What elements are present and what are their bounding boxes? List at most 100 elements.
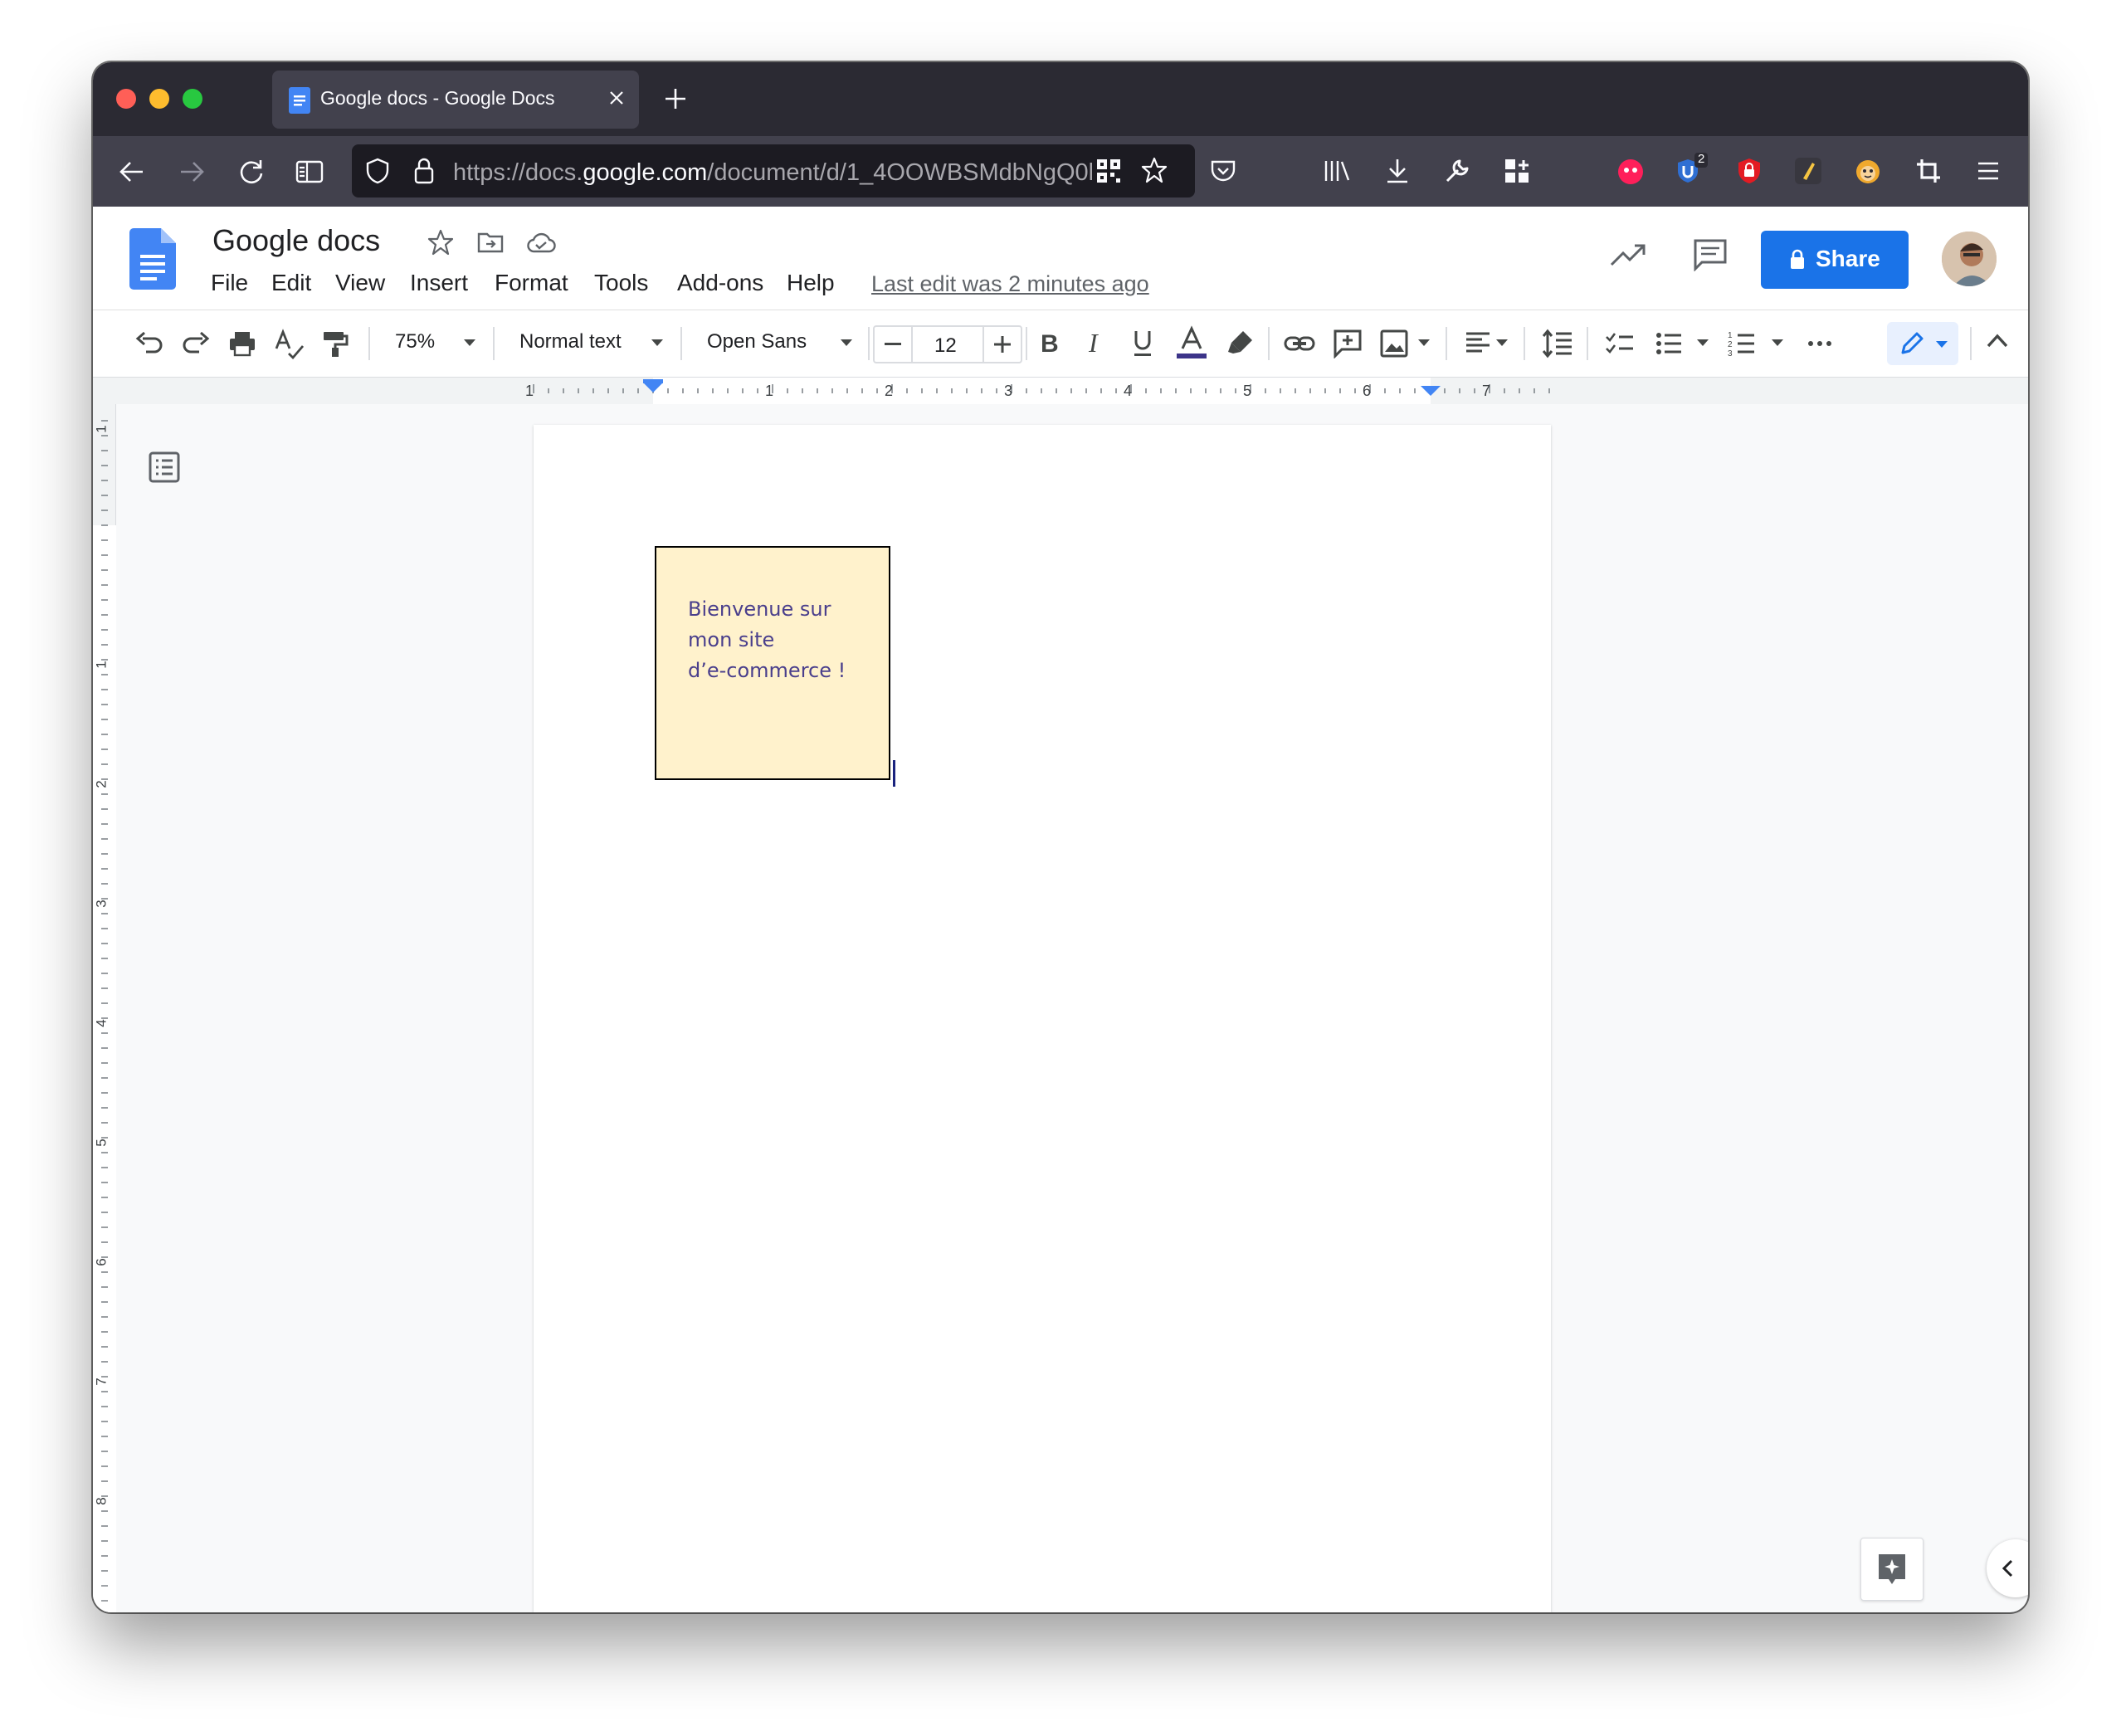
- menu-format[interactable]: Format: [495, 270, 568, 296]
- document-page[interactable]: Bienvenue sur mon site d’e-commerce !: [534, 425, 1551, 1612]
- chevron-down-icon[interactable]: [1495, 339, 1509, 347]
- text-color-icon[interactable]: [1175, 325, 1208, 360]
- reload-icon[interactable]: [237, 158, 266, 186]
- insert-image-icon[interactable]: [1379, 329, 1409, 358]
- url-text[interactable]: https://docs.google.com/document/d/1_4OO…: [453, 159, 1092, 187]
- paragraph-style-select[interactable]: Normal text: [519, 330, 622, 354]
- document-outline-icon[interactable]: [148, 451, 181, 484]
- editing-mode-button[interactable]: [1887, 322, 1958, 365]
- forward-arrow-icon[interactable]: [178, 158, 206, 186]
- pen-extension-icon[interactable]: [1794, 157, 1822, 185]
- redo-icon[interactable]: [181, 329, 211, 358]
- font-size-value[interactable]: 12: [934, 334, 957, 358]
- close-tab-icon[interactable]: [607, 89, 626, 107]
- paint-format-icon[interactable]: [320, 329, 350, 358]
- chevron-left-icon: [2002, 1559, 2013, 1578]
- ruler-number: 3: [93, 900, 110, 908]
- ruler-number: 4: [93, 1019, 110, 1027]
- crop-icon[interactable]: [1915, 158, 1942, 184]
- menu-view[interactable]: View: [335, 270, 385, 296]
- download-icon[interactable]: [1384, 157, 1411, 185]
- line-spacing-icon[interactable]: [1542, 329, 1573, 358]
- chevron-down-icon[interactable]: [463, 339, 476, 347]
- chevron-down-icon: [1935, 340, 1948, 349]
- star-icon[interactable]: [427, 228, 455, 256]
- privacy-extension-icon[interactable]: [1736, 157, 1763, 185]
- zoom-select[interactable]: 75%: [395, 330, 435, 354]
- text-box-line: Bienvenue sur: [688, 597, 831, 621]
- activity-trend-icon[interactable]: [1610, 240, 1646, 268]
- shield-icon[interactable]: [365, 157, 390, 185]
- url-bar[interactable]: https://docs.google.com/document/d/1_4OO…: [352, 144, 1195, 197]
- comments-icon[interactable]: [1693, 238, 1728, 271]
- text-cursor: [893, 760, 895, 787]
- minimize-window-button[interactable]: [149, 89, 169, 109]
- bold-icon[interactable]: B: [1037, 329, 1062, 357]
- lock-icon[interactable]: [413, 157, 435, 185]
- highlight-color-icon[interactable]: [1225, 329, 1255, 358]
- print-icon[interactable]: [227, 329, 257, 358]
- move-folder-icon[interactable]: [476, 230, 505, 255]
- extensions-icon[interactable]: [1504, 158, 1530, 184]
- last-edit-link[interactable]: Last edit was 2 minutes ago: [871, 271, 1149, 297]
- browser-tab[interactable]: Google docs - Google Docs: [272, 71, 639, 129]
- share-button[interactable]: Share: [1761, 231, 1909, 289]
- menu-tools[interactable]: Tools: [594, 270, 648, 296]
- close-window-button[interactable]: [116, 89, 136, 109]
- docs-logo-icon[interactable]: [129, 228, 176, 290]
- svg-text:1: 1: [1728, 331, 1733, 340]
- menu-file[interactable]: File: [211, 270, 248, 296]
- spellcheck-icon[interactable]: [274, 329, 305, 360]
- add-comment-icon[interactable]: [1333, 329, 1363, 358]
- vertical-ruler[interactable]: 1 1 2 3 4 5 6 7 8: [93, 404, 116, 1612]
- menu-help[interactable]: Help: [787, 270, 835, 296]
- chevron-down-icon[interactable]: [1696, 339, 1709, 347]
- text-box-drawing[interactable]: Bienvenue sur mon site d’e-commerce !: [655, 546, 890, 780]
- chevron-down-icon[interactable]: [651, 339, 664, 347]
- zoom-window-button[interactable]: [183, 89, 202, 109]
- menu-add-ons[interactable]: Add-ons: [677, 270, 763, 296]
- pocket-icon[interactable]: [1210, 158, 1236, 183]
- cloud-saved-icon[interactable]: [526, 232, 556, 255]
- wrench-icon[interactable]: [1444, 158, 1470, 184]
- undo-icon[interactable]: [134, 329, 164, 358]
- horizontal-ruler[interactable]: 1 1 2 3 4 5 6 7: [93, 378, 2028, 404]
- new-tab-icon[interactable]: [664, 87, 687, 110]
- ruler-number: 6: [93, 1258, 110, 1266]
- qr-code-icon[interactable]: [1095, 158, 1122, 184]
- underline-icon[interactable]: [1130, 329, 1155, 358]
- back-arrow-icon[interactable]: [118, 158, 146, 186]
- reader-view-icon[interactable]: [295, 159, 324, 184]
- side-panel-toggle[interactable]: [1987, 1539, 2028, 1597]
- star-icon[interactable]: [1140, 156, 1168, 184]
- library-icon[interactable]: [1323, 158, 1351, 183]
- avatar[interactable]: [1942, 232, 1997, 286]
- checklist-icon[interactable]: [1605, 329, 1635, 358]
- decrease-font-size-icon[interactable]: [885, 343, 901, 346]
- menu-icon[interactable]: [1977, 161, 2000, 181]
- ublock-extension-icon[interactable]: 2: [1675, 152, 1708, 186]
- increase-font-size-icon[interactable]: [994, 336, 1011, 353]
- chevron-down-icon[interactable]: [1417, 339, 1431, 347]
- ruler-number: 4: [1124, 383, 1133, 399]
- monkey-extension-icon[interactable]: [1854, 157, 1882, 185]
- align-left-icon[interactable]: [1464, 329, 1492, 357]
- more-options-icon[interactable]: [1807, 340, 1832, 347]
- italic-icon[interactable]: I: [1084, 329, 1109, 357]
- document-title[interactable]: Google docs: [212, 223, 380, 258]
- ruler-number: 5: [1243, 383, 1252, 399]
- font-family-select[interactable]: Open Sans: [707, 330, 807, 354]
- collapse-menus-icon[interactable]: [1987, 334, 2008, 349]
- numbered-list-icon[interactable]: 123: [1728, 329, 1756, 358]
- explore-button[interactable]: [1860, 1538, 1924, 1601]
- lock-icon: [1789, 249, 1806, 271]
- face-extension-icon[interactable]: [1616, 158, 1645, 186]
- insert-link-icon[interactable]: [1283, 329, 1316, 358]
- bulleted-list-icon[interactable]: [1655, 329, 1683, 358]
- menu-insert[interactable]: Insert: [410, 270, 468, 296]
- chevron-down-icon[interactable]: [840, 339, 853, 347]
- font-size-stepper[interactable]: 12: [873, 325, 1022, 363]
- chevron-down-icon[interactable]: [1771, 339, 1784, 347]
- text-box-line: d’e-commerce !: [688, 659, 846, 682]
- menu-edit[interactable]: Edit: [271, 270, 311, 296]
